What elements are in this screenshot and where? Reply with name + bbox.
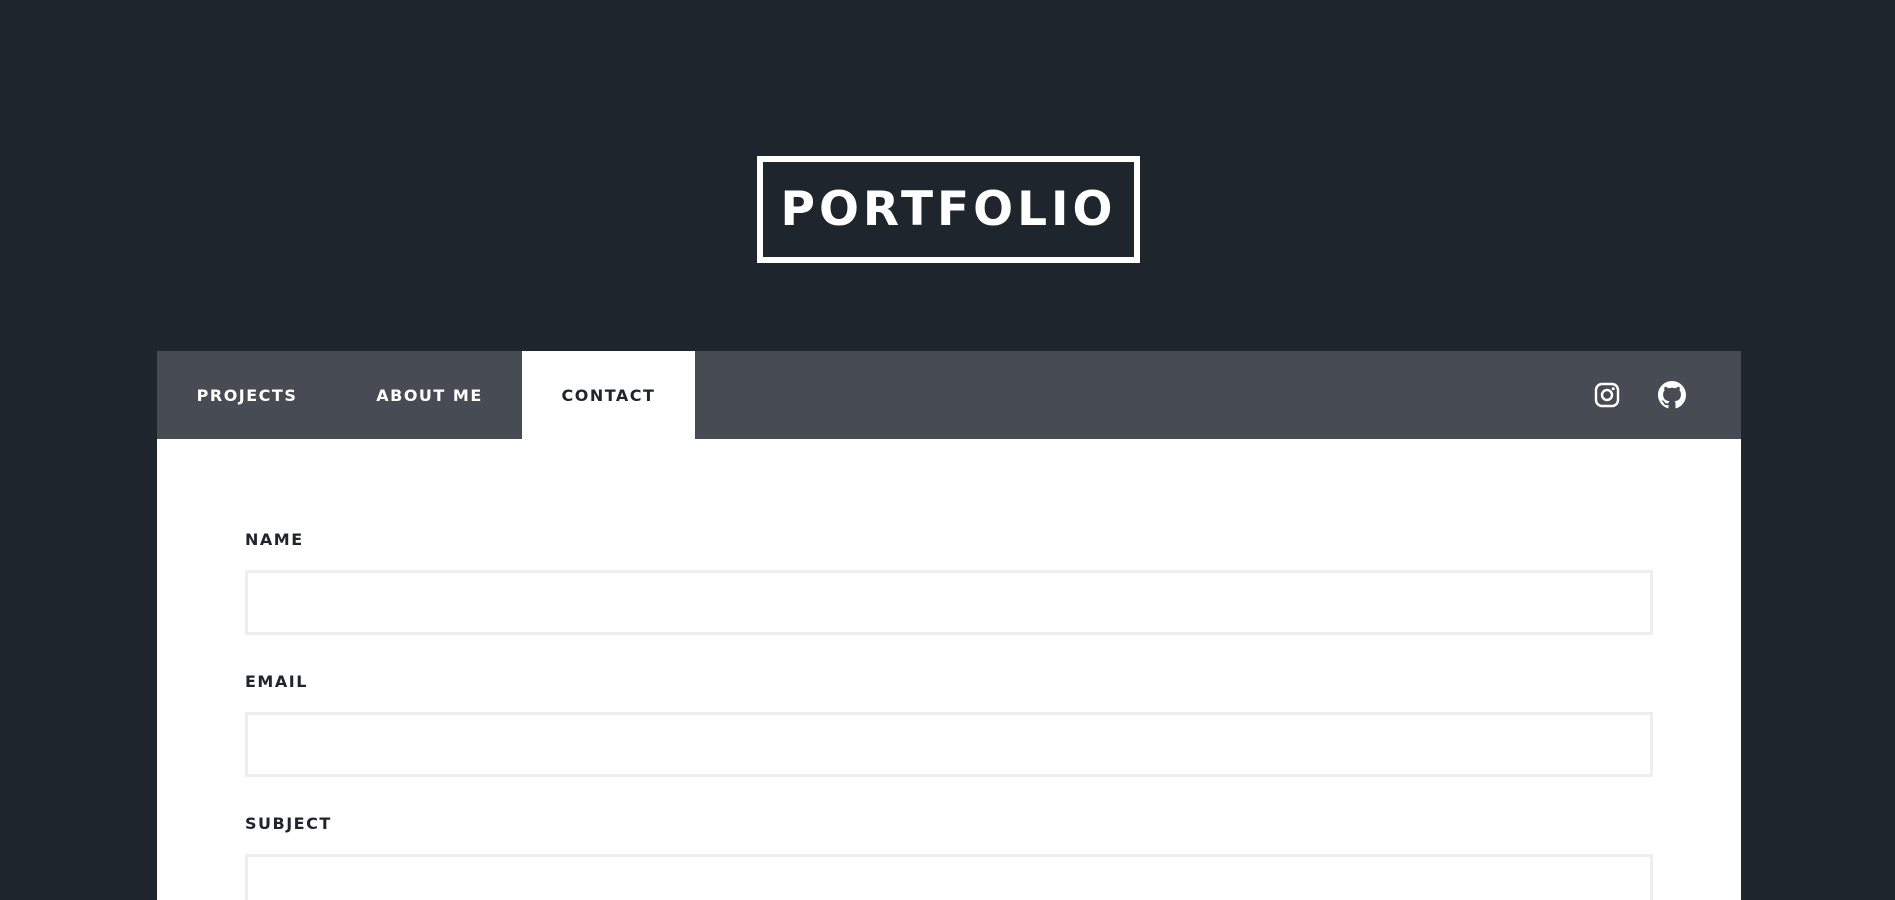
name-input[interactable] [245, 570, 1653, 635]
tab-contact[interactable]: CONTACT [522, 351, 695, 439]
instagram-icon [1594, 382, 1620, 408]
logo-text: PORTFOLIO [780, 182, 1117, 237]
github-link[interactable] [1656, 379, 1688, 411]
subject-input[interactable] [245, 854, 1653, 900]
email-label: EMAIL [245, 672, 308, 691]
instagram-link[interactable] [1591, 379, 1623, 411]
email-input[interactable] [245, 712, 1653, 777]
github-icon [1658, 381, 1686, 409]
tab-about-me-label: ABOUT ME [376, 385, 483, 405]
tab-projects-label: PROJECTS [196, 385, 298, 405]
page: PORTFOLIO PROJECTS ABOUT ME CONTACT NAME [0, 0, 1895, 900]
tab-contact-label: CONTACT [561, 385, 656, 405]
main-nav: PROJECTS ABOUT ME CONTACT [157, 351, 1741, 439]
portfolio-logo[interactable]: PORTFOLIO [757, 156, 1140, 263]
tab-about-me[interactable]: ABOUT ME [337, 351, 522, 439]
name-label: NAME [245, 530, 304, 549]
tab-projects[interactable]: PROJECTS [157, 351, 337, 439]
subject-label: SUBJECT [245, 814, 332, 833]
contact-panel: NAME EMAIL SUBJECT [157, 439, 1741, 900]
